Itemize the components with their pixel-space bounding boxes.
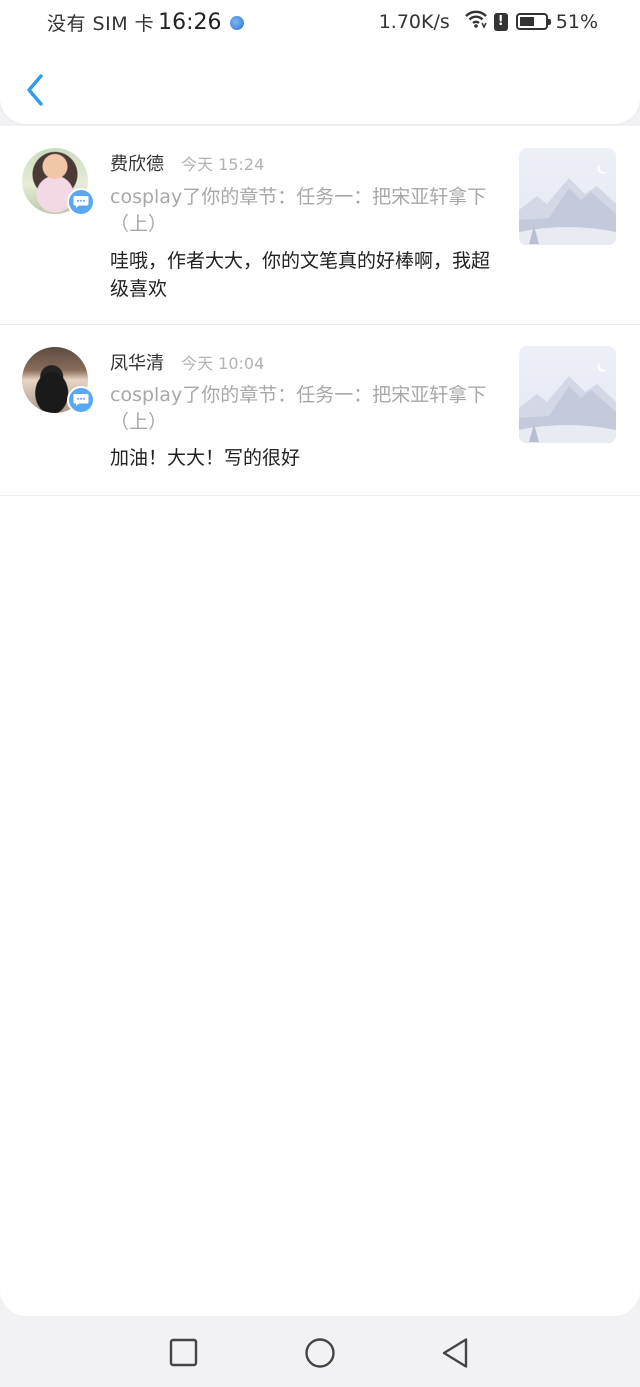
recents-square-icon: [169, 1338, 198, 1367]
timestamp: 今天 10:04: [181, 354, 265, 373]
user-name[interactable]: 凤华清: [110, 353, 164, 374]
back-triangle-icon: [442, 1338, 468, 1368]
status-left: 没有 SIM 卡 16:26: [47, 9, 244, 36]
status-right: 1.70K/s ! 51%: [379, 9, 598, 34]
nav-bar: [0, 46, 640, 124]
header-card: 没有 SIM 卡 16:26 1.70K/s ! 51%: [0, 0, 640, 124]
network-speed: 1.70K/s: [378, 10, 450, 33]
message-list: 费欣德 今天 15:24 cosplay了你的章节：任务一：把宋亚轩拿下（上） …: [0, 126, 640, 1316]
back-button[interactable]: [18, 70, 52, 110]
message-meta: 凤华清 今天 10:04: [110, 349, 264, 375]
chapter-thumbnail[interactable]: [519, 346, 616, 443]
battery-percent: 51%: [555, 10, 598, 33]
screen: 没有 SIM 卡 16:26 1.70K/s ! 51% 费欣德 今天 15:2…: [0, 0, 640, 1387]
status-bar: 没有 SIM 卡 16:26 1.70K/s ! 51%: [0, 0, 640, 46]
timestamp: 今天 15:24: [181, 155, 265, 174]
system-navigation-bar: [0, 1316, 640, 1387]
system-back-button[interactable]: [439, 1336, 473, 1370]
chapter-text: cosplay了你的章节：任务一：把宋亚轩拿下（上）: [110, 186, 487, 235]
clock-time: 16:26: [158, 10, 222, 35]
recents-button[interactable]: [167, 1336, 201, 1370]
home-button[interactable]: [303, 1336, 337, 1370]
message-meta: 费欣德 今天 15:24: [110, 150, 264, 176]
chapter-text: cosplay了你的章节：任务一：把宋亚轩拿下（上）: [110, 384, 487, 433]
chapter-thumbnail[interactable]: [519, 148, 616, 245]
comment-text: 哇哦，作者大大，你的文笔真的好棒啊，我超级喜欢: [110, 250, 491, 300]
chevron-left-icon: [27, 74, 43, 106]
comment-badge-icon: [67, 188, 95, 216]
comment-badge-icon: [67, 386, 95, 414]
comment-text: 加油！大大！写的很好: [110, 447, 301, 469]
list-item[interactable]: 凤华清 今天 10:04 cosplay了你的章节：任务一：把宋亚轩拿下（上） …: [0, 325, 640, 496]
location-dot-icon: [229, 15, 244, 30]
alert-icon: !: [493, 12, 508, 31]
list-item[interactable]: 费欣德 今天 15:24 cosplay了你的章节：任务一：把宋亚轩拿下（上） …: [0, 126, 640, 325]
home-circle-icon: [305, 1338, 335, 1368]
carrier-text: 没有 SIM 卡: [47, 13, 155, 35]
user-name[interactable]: 费欣德: [110, 154, 164, 175]
battery-charging-icon: [515, 13, 551, 30]
wifi-icon: [464, 9, 488, 34]
